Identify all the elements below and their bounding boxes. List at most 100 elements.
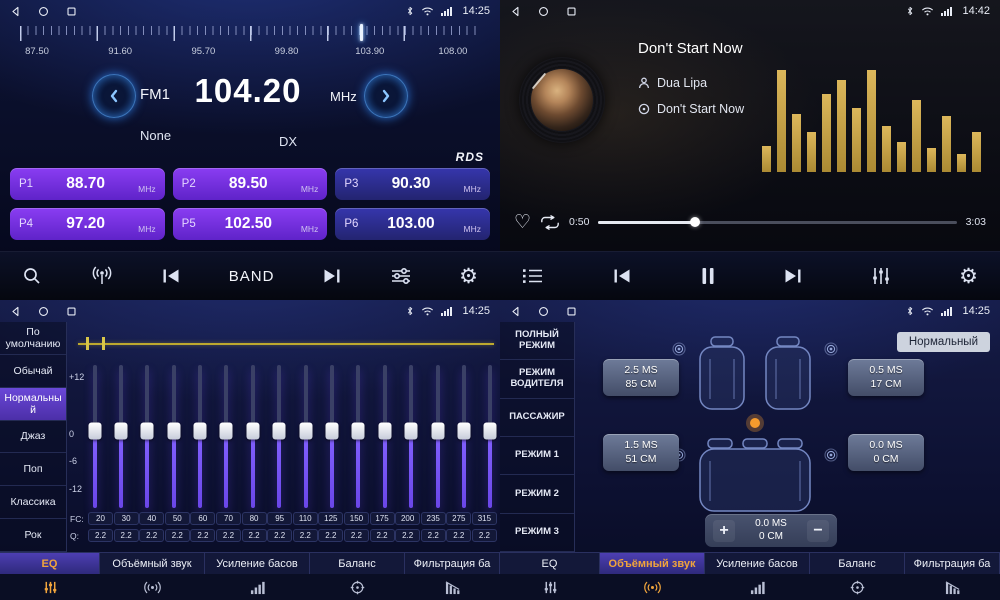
eq-slider-knob[interactable] (431, 422, 444, 439)
surround-sound-icon[interactable] (600, 574, 705, 600)
delay-front-right[interactable]: 0.5 MS 17 CM (848, 359, 924, 396)
repeat-icon[interactable] (540, 215, 560, 230)
delay-rear-right[interactable]: 0.0 MS 0 CM (848, 434, 924, 471)
previous-track-icon[interactable] (612, 268, 632, 284)
nav-recents-icon[interactable] (66, 6, 77, 17)
eq-band-slider[interactable] (457, 365, 470, 508)
eq-preset-rock[interactable]: Рок (0, 519, 66, 552)
eq-level-handle[interactable] (86, 337, 105, 350)
nav-home-icon[interactable] (538, 6, 549, 17)
eq-band-slider[interactable] (484, 365, 497, 508)
mode-2[interactable]: РЕЖИМ 2 (500, 475, 574, 513)
tab-surround[interactable]: Объёмный звук (100, 552, 205, 574)
decrease-delay-button[interactable]: − (807, 520, 829, 542)
eq-preset-jazz[interactable]: Джаз (0, 421, 66, 454)
balance-icon[interactable] (810, 574, 905, 600)
next-track-icon[interactable] (783, 268, 803, 284)
eq-slider-knob[interactable] (167, 422, 180, 439)
frequency-ruler[interactable]: 87.50 91.60 95.70 99.80 103.90 108.00 (0, 24, 500, 60)
nav-back-icon[interactable] (510, 306, 521, 317)
eq-band-slider[interactable] (352, 365, 365, 508)
eq-slider-knob[interactable] (88, 422, 101, 439)
pause-icon[interactable] (700, 267, 716, 285)
nav-recents-icon[interactable] (566, 306, 577, 317)
nav-recents-icon[interactable] (566, 6, 577, 17)
eq-band-slider[interactable] (141, 365, 154, 508)
previous-icon[interactable] (161, 268, 181, 284)
eq-band-slider[interactable] (326, 365, 339, 508)
eq-band-slider[interactable] (114, 365, 127, 508)
eq-preset-classic[interactable]: Классика (0, 486, 66, 519)
delay-rear-left[interactable]: 1.5 MS 51 CM (603, 434, 679, 471)
delay-front-left[interactable]: 2.5 MS 85 CM (603, 359, 679, 396)
eq-slider-knob[interactable] (352, 422, 365, 439)
preset-button-p5[interactable]: P5102.50MHz (173, 208, 328, 240)
eq-band-slider[interactable] (431, 365, 444, 508)
profile-normal-button[interactable]: Нормальный (897, 332, 990, 352)
preset-button-p1[interactable]: P188.70MHz (10, 168, 165, 200)
tune-up-button[interactable] (364, 74, 408, 118)
eq-band-slider[interactable] (246, 365, 259, 508)
equalizer-icon[interactable] (500, 574, 600, 600)
eq-slider-knob[interactable] (299, 422, 312, 439)
scan-icon[interactable] (22, 266, 42, 286)
nav-back-icon[interactable] (10, 6, 21, 17)
eq-preset-normal[interactable]: Нормальный (0, 388, 66, 421)
progress-bar[interactable] (598, 221, 956, 224)
settings-gear-icon[interactable]: ⚙ (459, 266, 478, 287)
balance-icon[interactable] (310, 574, 405, 600)
eq-band-slider[interactable] (273, 365, 286, 508)
eq-band-slider[interactable] (167, 365, 180, 508)
preset-button-p6[interactable]: P6103.00MHz (335, 208, 490, 240)
eq-band-slider[interactable] (88, 365, 101, 508)
tune-down-button[interactable] (92, 74, 136, 118)
tab-bass-boost[interactable]: Усиление басов (205, 552, 310, 574)
mode-passenger[interactable]: ПАССАЖИР (500, 399, 574, 437)
nav-home-icon[interactable] (38, 6, 49, 17)
favorite-icon[interactable]: ♡ (514, 213, 531, 232)
progress-knob[interactable] (690, 217, 700, 227)
band-button[interactable]: BAND (229, 268, 275, 285)
nav-back-icon[interactable] (510, 6, 521, 17)
eq-preset-default[interactable]: По умолчанию (0, 322, 66, 355)
preset-button-p3[interactable]: P390.30MHz (335, 168, 490, 200)
eq-slider-knob[interactable] (326, 422, 339, 439)
mode-full[interactable]: ПОЛНЫЙ РЕЖИМ (500, 322, 574, 360)
tab-surround[interactable]: Объёмный звук (600, 552, 705, 574)
equalizer-sliders-icon[interactable] (871, 267, 891, 285)
mode-3[interactable]: РЕЖИМ 3 (500, 514, 574, 552)
bass-boost-icon[interactable] (205, 574, 310, 600)
increase-delay-button[interactable]: + (713, 520, 735, 542)
tab-eq[interactable]: EQ (500, 552, 600, 574)
eq-band-slider[interactable] (378, 365, 391, 508)
eq-slider-knob[interactable] (141, 422, 154, 439)
eq-slider-knob[interactable] (246, 422, 259, 439)
eq-band-slider[interactable] (405, 365, 418, 508)
playlist-icon[interactable] (522, 268, 544, 284)
eq-slider-knob[interactable] (194, 422, 207, 439)
settings-gear-icon[interactable]: ⚙ (959, 266, 978, 287)
mode-1[interactable]: РЕЖИМ 1 (500, 437, 574, 475)
next-icon[interactable] (322, 268, 342, 284)
eq-slider-knob[interactable] (273, 422, 286, 439)
audio-settings-icon[interactable] (390, 267, 412, 285)
eq-slider-knob[interactable] (457, 422, 470, 439)
tab-filter[interactable]: Фильтрация ба (905, 552, 1000, 574)
tab-bass-boost[interactable]: Усиление басов (705, 552, 810, 574)
tab-eq[interactable]: EQ (0, 552, 100, 574)
bass-boost-icon[interactable] (705, 574, 810, 600)
tab-filter[interactable]: Фильтрация ба (405, 552, 500, 574)
eq-band-slider[interactable] (194, 365, 207, 508)
eq-band-slider[interactable] (299, 365, 312, 508)
equalizer-icon[interactable] (0, 574, 100, 600)
surround-sound-icon[interactable] (100, 574, 205, 600)
mode-driver[interactable]: РЕЖИМ ВОДИТЕЛЯ (500, 360, 574, 398)
eq-preset-custom[interactable]: Обычай (0, 355, 66, 388)
eq-slider-knob[interactable] (405, 422, 418, 439)
filter-icon[interactable] (405, 574, 500, 600)
preset-button-p2[interactable]: P289.50MHz (173, 168, 328, 200)
eq-slider-knob[interactable] (220, 422, 233, 439)
tab-balance[interactable]: Баланс (310, 552, 405, 574)
eq-slider-knob[interactable] (484, 422, 497, 439)
eq-slider-knob[interactable] (378, 422, 391, 439)
